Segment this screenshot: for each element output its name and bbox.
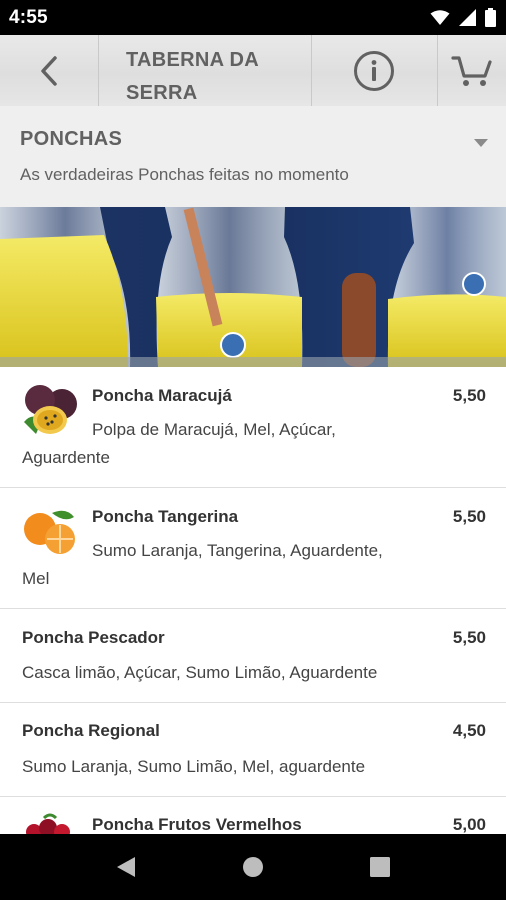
menu-item[interactable]: Poncha Pescador 5,50 Casca limão, Açúcar… <box>0 609 506 703</box>
info-button[interactable] <box>311 35 437 106</box>
item-description: Sumo Laranja, Tangerina, Aguardente, Mel <box>22 537 486 593</box>
battery-icon <box>485 8 496 27</box>
item-name: Poncha Frutos Vermelhos <box>92 815 302 834</box>
category-header[interactable]: PONCHAS As verdadeiras Ponchas feitas no… <box>0 106 506 208</box>
nav-recents-button[interactable] <box>340 834 420 900</box>
item-name: Poncha Maracujá <box>92 386 232 405</box>
item-description-line1: Polpa de Maracujá, Mel, Açúcar, <box>92 420 336 439</box>
menu-list[interactable]: Poncha Maracujá 5,50 Polpa de Maracujá, … <box>0 367 506 834</box>
item-description-line2: Aguardente <box>22 448 110 467</box>
nav-recents-icon <box>370 857 390 877</box>
divider <box>98 35 99 106</box>
item-price: 5,50 <box>452 386 486 405</box>
wifi-icon <box>430 9 450 25</box>
status-bar: 4:55 <box>0 0 506 35</box>
category-banner-image <box>0 207 506 367</box>
info-icon <box>354 50 394 91</box>
cart-icon <box>450 55 492 86</box>
item-price: 5,50 <box>452 628 486 647</box>
back-arrow-icon <box>41 55 57 86</box>
app-bar: TABERNA DA SERRA <box>0 35 506 107</box>
category-title: PONCHAS <box>20 128 123 150</box>
signal-icon <box>459 9 476 26</box>
red-berries-image <box>22 812 78 834</box>
item-description: Casca limão, Açúcar, Sumo Limão, Aguarde… <box>22 663 378 682</box>
item-description-line2: Mel <box>22 569 50 588</box>
menu-item[interactable]: Poncha Regional 4,50 Sumo Laranja, Sumo … <box>0 703 506 797</box>
nav-home-button[interactable] <box>213 834 293 900</box>
menu-item[interactable]: Poncha Maracujá 5,50 Polpa de Maracujá, … <box>0 367 506 488</box>
item-price: 4,50 <box>452 721 486 740</box>
status-icons <box>430 8 496 27</box>
cart-button[interactable] <box>437 35 506 106</box>
menu-item[interactable]: Poncha Frutos Vermelhos 5,00 <box>0 797 506 834</box>
item-price: 5,50 <box>452 507 486 526</box>
system-nav-bar <box>0 834 506 900</box>
app-title-line1: TABERNA DA <box>126 49 259 71</box>
app-title: TABERNA DA SERRA <box>126 44 306 106</box>
item-price: 5,00 <box>452 815 486 834</box>
app-title-line2: SERRA <box>126 82 198 104</box>
status-time: 4:55 <box>9 7 48 28</box>
nav-back-icon <box>117 857 135 877</box>
item-name: Poncha Regional <box>22 721 160 740</box>
caret-down-icon[interactable] <box>474 139 488 147</box>
category-subtitle: As verdadeiras Ponchas feitas no momento <box>20 165 349 184</box>
item-name: Poncha Tangerina <box>92 507 239 526</box>
nav-back-button[interactable] <box>86 834 166 900</box>
nav-home-icon <box>243 857 263 877</box>
item-name: Poncha Pescador <box>22 628 165 647</box>
item-description: Polpa de Maracujá, Mel, Açúcar, Aguarden… <box>22 416 486 472</box>
item-description-line1: Sumo Laranja, Tangerina, Aguardente, <box>92 541 383 560</box>
menu-item[interactable]: Poncha Tangerina 5,50 Sumo Laranja, Tang… <box>0 488 506 609</box>
item-description: Sumo Laranja, Sumo Limão, Mel, aguardent… <box>22 757 366 776</box>
back-button[interactable] <box>0 35 98 106</box>
